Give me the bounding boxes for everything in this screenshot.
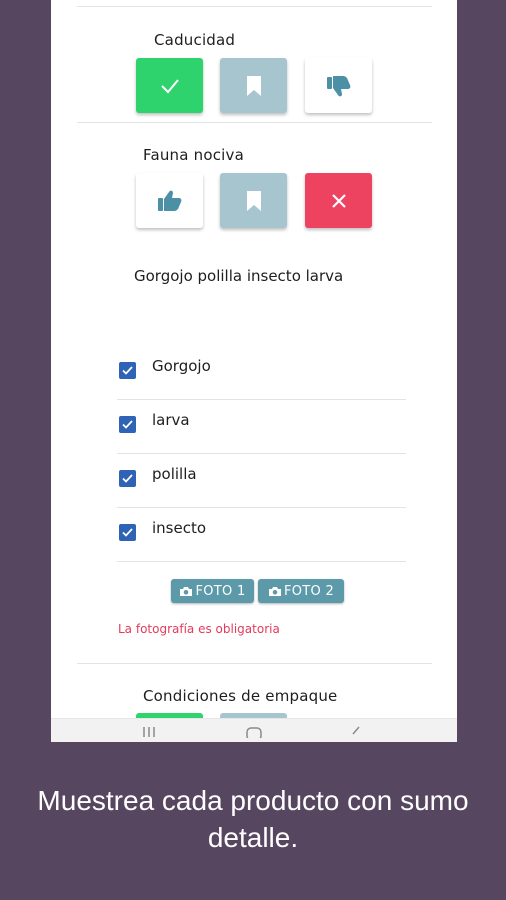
bookmark-icon	[246, 190, 261, 211]
divider	[77, 663, 432, 664]
bookmark-button[interactable]	[220, 58, 287, 113]
checkbox[interactable]	[119, 470, 136, 487]
check-icon	[122, 528, 133, 537]
phone-screen: Caducidad Fauna nociva Gorgojo polilla i…	[51, 0, 457, 742]
checkbox[interactable]	[119, 524, 136, 541]
divider	[77, 6, 432, 7]
photo-2-label: FOTO 2	[283, 583, 335, 599]
bookmark-button[interactable]	[220, 173, 287, 228]
photo-1-label: FOTO 1	[195, 583, 246, 599]
photo-1-button[interactable]: FOTO 1	[171, 579, 254, 603]
pest-description: Gorgojo polilla insecto larva	[134, 267, 344, 285]
checkbox[interactable]	[119, 362, 136, 379]
checklist-label: insecto	[152, 519, 207, 537]
approve-button[interactable]	[136, 173, 203, 228]
check-icon	[122, 420, 133, 429]
checklist-item[interactable]: polilla	[117, 453, 406, 508]
thumbs-down-icon	[326, 75, 350, 96]
system-navigation-bar	[51, 718, 457, 742]
approve-button[interactable]	[136, 58, 203, 113]
checkbox[interactable]	[119, 416, 136, 433]
section-title-expiry: Caducidad	[154, 31, 236, 49]
reject-button[interactable]	[305, 173, 372, 228]
checklist-label: polilla	[152, 465, 197, 483]
bookmark-icon	[246, 75, 261, 96]
checklist-label: Gorgojo	[152, 357, 211, 375]
checklist-label: larva	[152, 411, 190, 429]
photo-2-button[interactable]: FOTO 2	[258, 579, 344, 603]
promo-caption: Muestrea cada producto con sumo detalle.	[37, 785, 469, 853]
checklist-item[interactable]: larva	[117, 399, 406, 454]
checklist-item[interactable]: Gorgojo	[117, 345, 406, 400]
check-icon	[122, 474, 133, 483]
check-icon	[160, 78, 179, 93]
divider	[77, 122, 432, 123]
checklist-item[interactable]: insecto	[117, 507, 406, 562]
section-title-packaging: Condiciones de empaque	[143, 687, 338, 705]
recent-apps-icon[interactable]	[141, 724, 157, 738]
home-icon[interactable]	[245, 724, 263, 738]
back-icon[interactable]	[349, 724, 363, 738]
camera-icon	[268, 586, 281, 596]
check-icon	[122, 366, 133, 375]
photo-required-error: La fotografía es obligatoria	[118, 622, 280, 636]
thumbs-up-icon	[157, 190, 181, 211]
reject-button[interactable]	[305, 58, 372, 113]
camera-icon	[180, 586, 193, 596]
close-icon	[331, 193, 346, 208]
section-title-pests: Fauna nociva	[143, 146, 244, 164]
